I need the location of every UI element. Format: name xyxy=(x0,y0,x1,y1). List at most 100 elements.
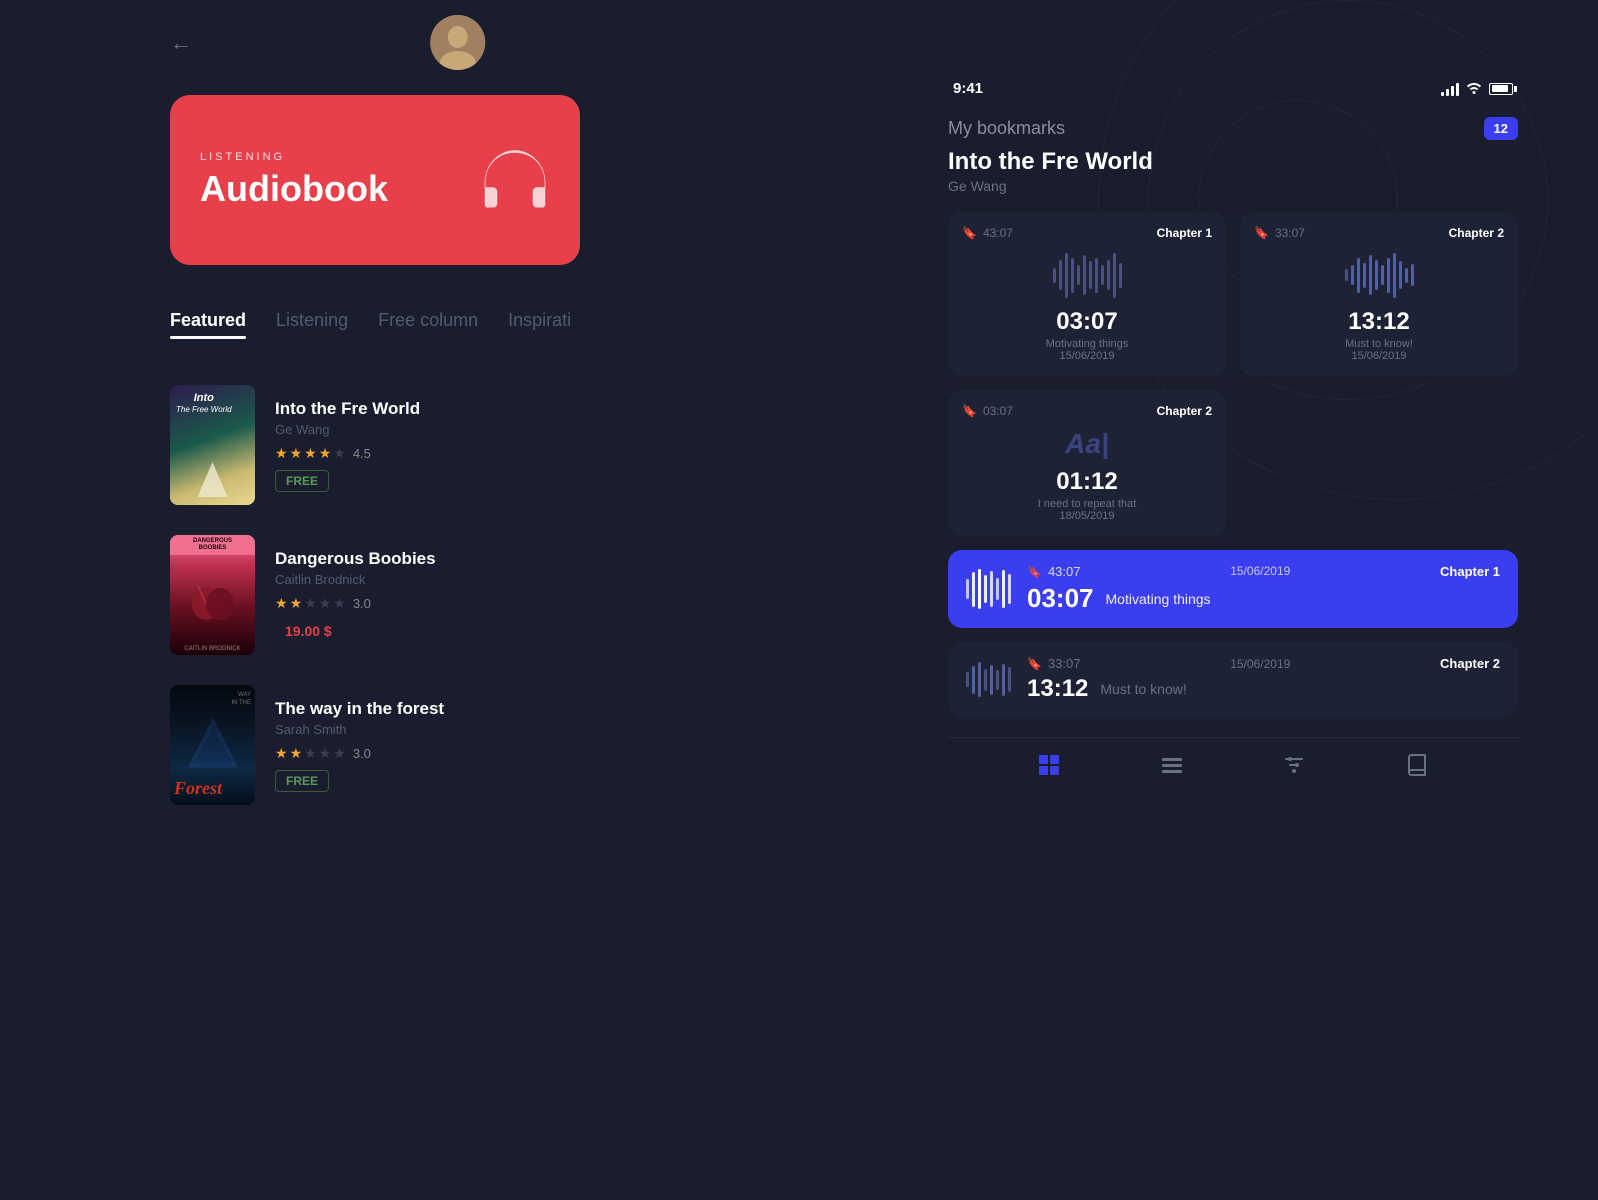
wide-2-bookmark-icon: 🔖 xyxy=(1027,657,1042,671)
wide-chapter: Chapter 1 xyxy=(1440,564,1500,579)
card-duration: 43:07 xyxy=(983,226,1013,240)
card-date: 15/06/2019 xyxy=(1254,350,1504,362)
list-item[interactable]: Into The Free World Into the Fre World G… xyxy=(170,385,600,505)
book-cover-2: DANGEROUSBOOBIES CAITLIN BRODNICK xyxy=(170,535,255,655)
card-time: 13:12 xyxy=(1254,308,1504,336)
card-desc: I need to repeat that xyxy=(962,498,1212,510)
waveform-2 xyxy=(1254,250,1504,300)
left-panel: ← LISTENING Audiobook Featured Listening… xyxy=(170,0,630,1200)
tabs: Featured Listening Free column Inspirati xyxy=(170,310,571,339)
bookmark-icon: 🔖 xyxy=(962,226,977,240)
card-date: 15/06/2019 xyxy=(962,350,1212,362)
nav-grid[interactable] xyxy=(1032,748,1066,788)
card-bookmark-info: 🔖 33:07 xyxy=(1254,226,1305,240)
star-3: ★ xyxy=(304,745,317,762)
star-5: ★ xyxy=(333,445,346,462)
tab-free-column[interactable]: Free column xyxy=(378,310,478,339)
price-badge: FREE xyxy=(275,770,329,792)
reading-title: Into the Fre World xyxy=(948,148,1518,176)
last-bookmark-card[interactable]: 🔖 33:07 15/06/2019 Chapter 2 13:12 Must … xyxy=(948,642,1518,717)
wide-card-2-waveform xyxy=(966,662,1011,697)
bookmark-card-2[interactable]: 🔖 33:07 Chapter 2 13:12 Must to xyxy=(1240,212,1518,376)
book-author: Ge Wang xyxy=(275,422,600,437)
rating-value: 3.0 xyxy=(353,596,371,611)
status-icons xyxy=(1441,80,1513,97)
star-5: ★ xyxy=(333,595,346,612)
wide-bookmark-icon: 🔖 xyxy=(1027,565,1042,579)
book-cover-3: WAYIN THE Forest xyxy=(170,685,255,805)
tab-listening[interactable]: Listening xyxy=(276,310,348,339)
rating-stars: ★ ★ ★ ★ ★ 3.0 xyxy=(275,745,600,762)
card-desc: Must to know! xyxy=(1254,338,1504,350)
card-header: 🔖 43:07 Chapter 1 xyxy=(962,226,1212,240)
rating-stars: ★ ★ ★ ★ ★ 3.0 xyxy=(275,595,600,612)
nav-filter[interactable] xyxy=(1277,748,1311,788)
wide-2-time: 13:12 xyxy=(1027,675,1088,703)
hero-card: LISTENING Audiobook xyxy=(170,95,580,265)
tab-inspirati[interactable]: Inspirati xyxy=(508,310,571,339)
price-badge: FREE xyxy=(275,470,329,492)
card-chapter: Chapter 2 xyxy=(1449,226,1504,240)
wide-2-chapter: Chapter 2 xyxy=(1440,656,1500,671)
card-desc: Motivating things xyxy=(962,338,1212,350)
reading-author: Ge Wang xyxy=(948,178,1518,194)
book-author: Caitlin Brodnick xyxy=(275,572,600,587)
list-item[interactable]: DANGEROUSBOOBIES CAITLIN BRODNICK Danger… xyxy=(170,535,600,655)
star-1: ★ xyxy=(275,445,288,462)
card-date: 18/05/2019 xyxy=(962,510,1212,522)
wide-card-info: 🔖 43:07 15/06/2019 Chapter 1 03:07 Motiv… xyxy=(1027,564,1500,614)
bookmark-grid: 🔖 43:07 Chapter 1 03:07 Motivat xyxy=(948,212,1518,536)
rating-value: 4.5 xyxy=(353,446,371,461)
wide-playback: 03:07 Motivating things xyxy=(1027,583,1500,614)
battery-icon xyxy=(1489,83,1513,95)
avatar-image xyxy=(430,15,485,70)
card-time: 03:07 xyxy=(962,308,1212,336)
rating-stars: ★ ★ ★ ★ ★ 4.5 xyxy=(275,445,600,462)
rating-value: 3.0 xyxy=(353,746,371,761)
tab-featured[interactable]: Featured xyxy=(170,310,246,339)
wide-card-header: 🔖 43:07 15/06/2019 Chapter 1 xyxy=(1027,564,1500,579)
star-1: ★ xyxy=(275,595,288,612)
star-2: ★ xyxy=(290,595,303,612)
book-info-1: Into the Fre World Ge Wang ★ ★ ★ ★ ★ 4.5… xyxy=(275,399,600,492)
book-title: Into the Fre World xyxy=(275,399,600,419)
card-duration: 03:07 xyxy=(983,404,1013,418)
headphone-icon xyxy=(480,148,550,213)
wide-card-waveform xyxy=(966,569,1011,609)
bookmark-card-3[interactable]: 🔖 03:07 Chapter 2 Aa| 01:12 I need to re… xyxy=(948,390,1226,536)
nav-list[interactable] xyxy=(1155,748,1189,788)
wide-date: 15/06/2019 xyxy=(1230,564,1290,579)
star-4: ★ xyxy=(319,745,332,762)
bookmark-card-1[interactable]: 🔖 43:07 Chapter 1 03:07 Motivat xyxy=(948,212,1226,376)
star-3: ★ xyxy=(304,445,317,462)
wide-card-2-info: 🔖 33:07 15/06/2019 Chapter 2 13:12 Must … xyxy=(1027,656,1500,703)
wide-2-duration: 33:07 xyxy=(1048,656,1081,671)
book-info-2: Dangerous Boobies Caitlin Brodnick ★ ★ ★… xyxy=(275,549,600,642)
back-button[interactable]: ← xyxy=(170,30,192,56)
waveform-1 xyxy=(962,250,1212,300)
active-bookmark-card[interactable]: 🔖 43:07 15/06/2019 Chapter 1 03:07 Motiv… xyxy=(948,550,1518,628)
avatar[interactable] xyxy=(430,15,485,70)
wide-2-playback: 13:12 Must to know! xyxy=(1027,675,1500,703)
bookmark-icon: 🔖 xyxy=(1254,226,1269,240)
card-chapter: Chapter 2 xyxy=(1157,404,1212,418)
star-3: ★ xyxy=(304,595,317,612)
star-2: ★ xyxy=(290,745,303,762)
card-header: 🔖 33:07 Chapter 2 xyxy=(1254,226,1504,240)
star-4: ★ xyxy=(319,595,332,612)
signal-icon xyxy=(1441,82,1459,96)
right-panel: 9:41 My bookmarks 12 Into the Fre World xyxy=(948,80,1518,798)
card-bookmark-info: 🔖 03:07 xyxy=(962,404,1013,418)
star-5: ★ xyxy=(333,745,346,762)
nav-book[interactable] xyxy=(1400,748,1434,788)
wide-2-desc: Must to know! xyxy=(1100,681,1186,697)
card-header: 🔖 03:07 Chapter 2 xyxy=(962,404,1212,418)
card-time: 01:12 xyxy=(962,468,1212,496)
wide-card-2-header: 🔖 33:07 15/06/2019 Chapter 2 xyxy=(1027,656,1500,671)
list-item[interactable]: WAYIN THE Forest The way in the forest S… xyxy=(170,685,600,805)
bookmarks-title: My bookmarks xyxy=(948,118,1065,139)
card-chapter: Chapter 1 xyxy=(1157,226,1212,240)
wide-duration: 43:07 xyxy=(1048,564,1081,579)
wide-bookmark-info: 🔖 43:07 xyxy=(1027,564,1081,579)
bookmarks-header: My bookmarks 12 xyxy=(948,117,1518,140)
